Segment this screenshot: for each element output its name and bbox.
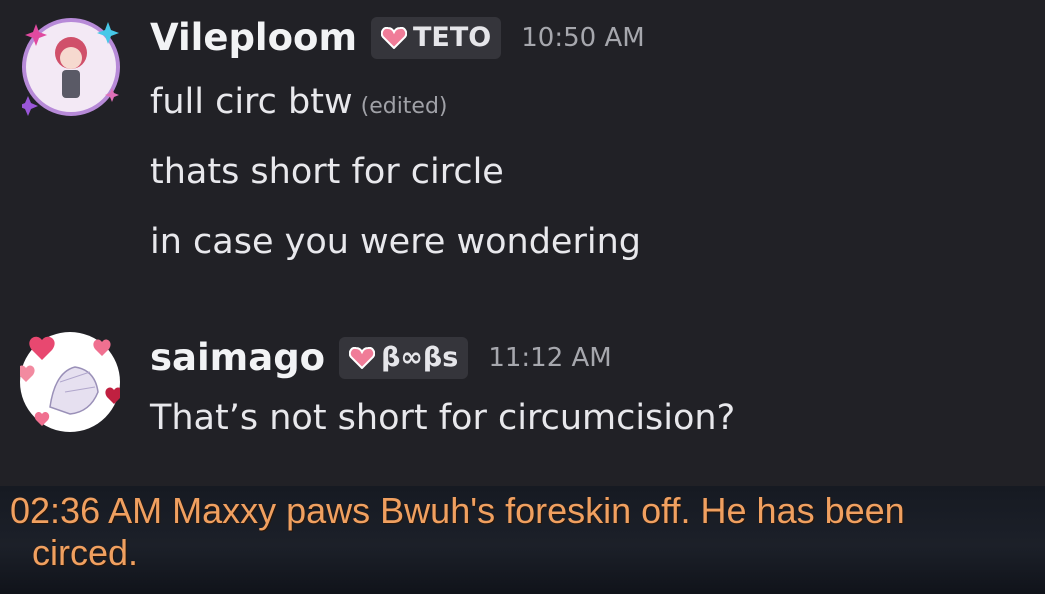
pixel-heart-icon: [349, 346, 376, 369]
game-log-text: 02:36 AM Maxxy paws Bwuh's foreskin off.…: [10, 490, 1010, 574]
username[interactable]: Vileploom: [150, 16, 357, 59]
saimago-avatar[interactable]: [20, 332, 120, 432]
user-tag-label: β∞βs: [381, 342, 459, 373]
user-tag[interactable]: β∞βs: [339, 336, 469, 379]
user-tag[interactable]: TETO: [371, 16, 502, 59]
username[interactable]: saimago: [150, 336, 325, 379]
edited-indicator: (edited): [360, 94, 448, 119]
game-log-line: circed.: [32, 532, 139, 573]
vileploom-avatar[interactable]: [22, 18, 120, 116]
game-log-panel: 02:36 AM Maxxy paws Bwuh's foreskin off.…: [0, 486, 1045, 594]
message-line: That’s not short for circumcision?: [150, 398, 736, 438]
message-line: full circ btw (edited): [150, 82, 448, 122]
message-timestamp[interactable]: 10:50 AM: [521, 23, 644, 53]
avatar-art-icon: [22, 22, 119, 116]
message-text: full circ btw: [150, 82, 353, 122]
game-log-line: 02:36 AM Maxxy paws Bwuh's foreskin off.…: [10, 490, 905, 531]
pixel-heart-icon: [381, 26, 408, 49]
message-line: in case you were wondering: [150, 222, 641, 262]
avatar-art-icon: [20, 336, 120, 426]
user-tag-label: TETO: [413, 22, 492, 53]
message-header: Vileploom TETO 10:50 AM: [150, 16, 645, 59]
message-line: thats short for circle: [150, 152, 504, 192]
message-header: saimago β∞βs 11:12 AM: [150, 336, 612, 379]
chat-area: Vileploom TETO 10:50 AM full circ btw (ed…: [0, 0, 1045, 486]
message-timestamp[interactable]: 11:12 AM: [488, 343, 611, 373]
